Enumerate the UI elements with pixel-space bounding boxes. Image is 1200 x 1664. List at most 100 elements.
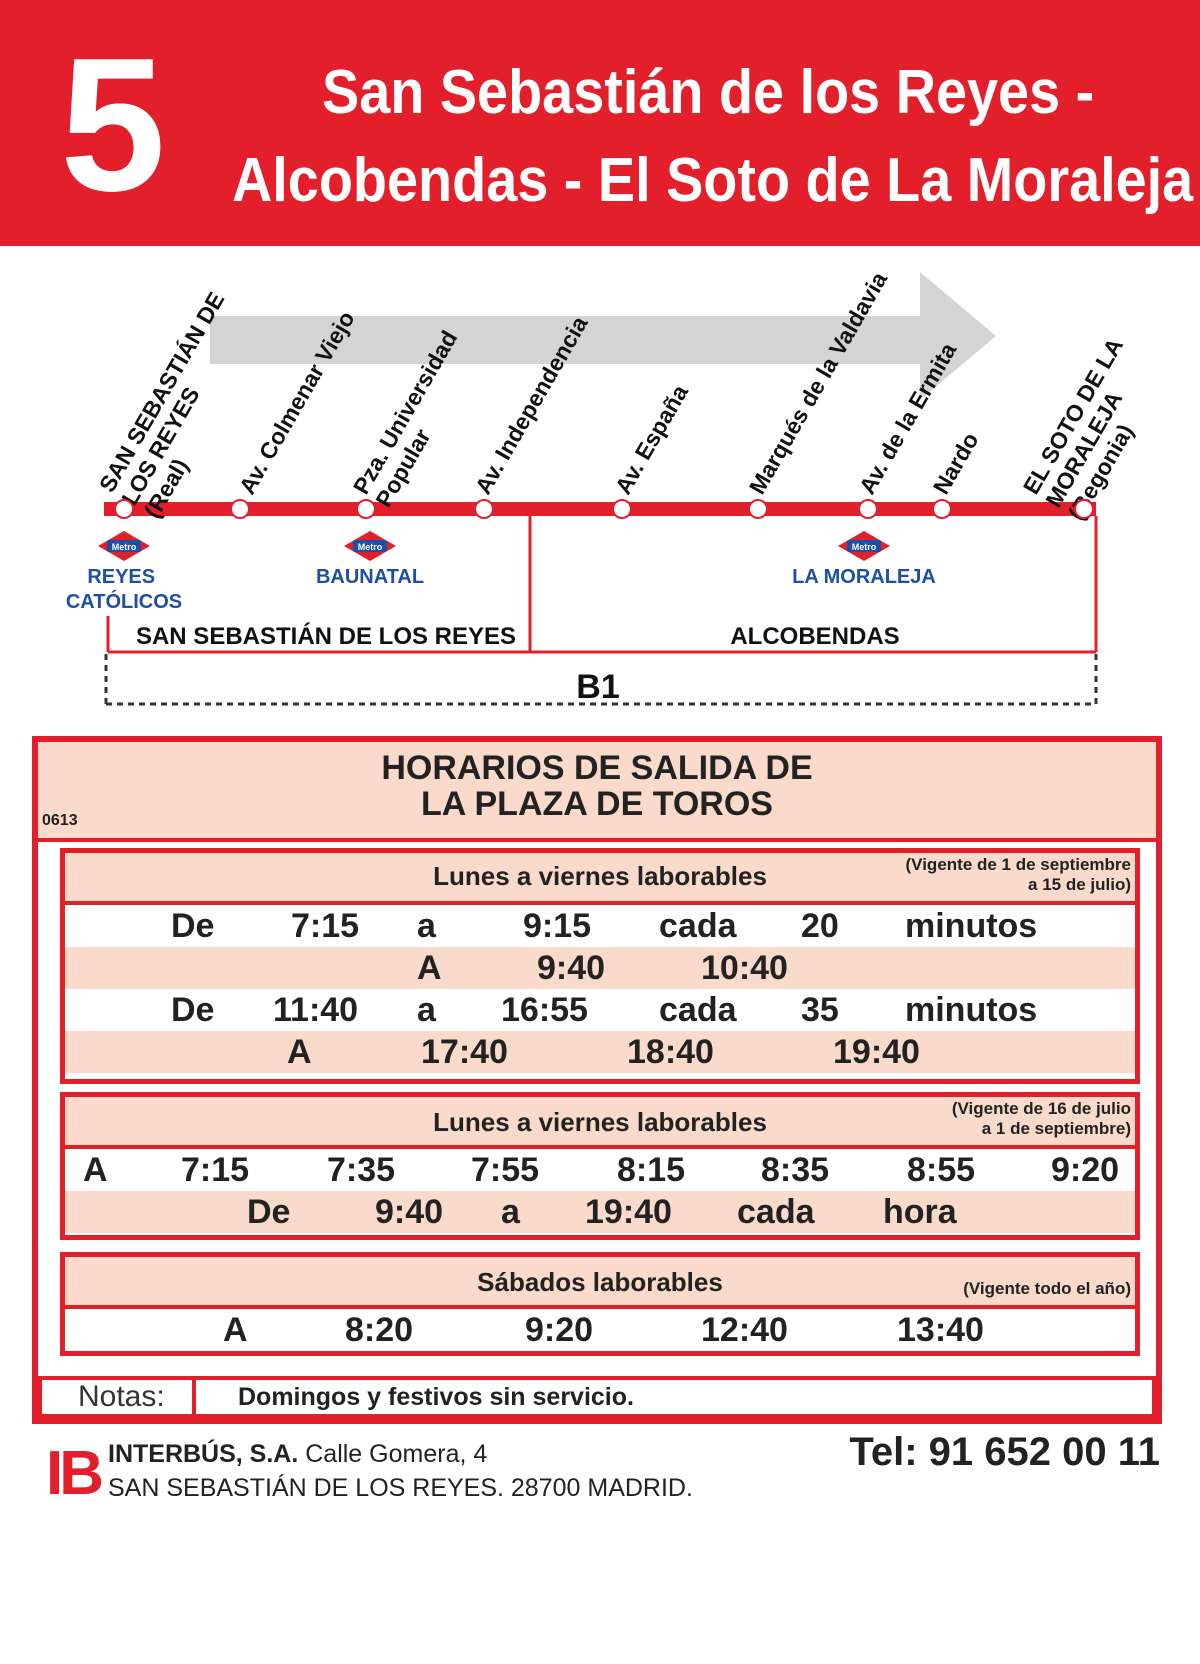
company-name: INTERBÚS, S.A. — [108, 1440, 299, 1468]
schedule-cell: 8:55 — [907, 1151, 976, 1189]
schedule-cell: 7:55 — [471, 1151, 540, 1189]
block-header: Lunes a viernes laborables (Vigente de 1… — [65, 853, 1135, 905]
schedule-cell: a — [417, 907, 436, 945]
svg-text:Metro: Metro — [852, 542, 877, 552]
schedule-cell: cada — [659, 907, 737, 945]
metro-station-reyes-catolicos: REYES CATÓLICOS — [66, 566, 182, 613]
schedule-cell: hora — [883, 1193, 957, 1231]
schedule-cell: cada — [737, 1193, 815, 1231]
svg-text:Metro: Metro — [358, 542, 383, 552]
divider — [38, 838, 1156, 842]
schedule-cell: 9:40 — [537, 949, 606, 987]
route-title-line-1: San Sebastián de los Reyes - — [322, 58, 1095, 127]
divider — [192, 1380, 196, 1414]
metro-station-baunatal: BAUNATAL — [316, 566, 424, 588]
notes-label: Notas: — [78, 1380, 165, 1413]
metro-station-la-moraleja: LA MORALEJA — [792, 566, 936, 588]
schedule-cell: 13:40 — [897, 1311, 984, 1349]
route-title-line-2: Alcobendas - El Soto de La Moraleja — [232, 146, 1194, 215]
schedule-cell: 8:35 — [761, 1151, 830, 1189]
schedule-cell: 11:40 — [273, 991, 359, 1029]
schedule-cell: 8:20 — [345, 1311, 414, 1349]
block-validity: (Vigente de 16 de julio a 1 de septiembr… — [951, 1099, 1131, 1138]
metro-icon: Metro — [344, 531, 396, 561]
schedule-cell: A — [417, 949, 442, 987]
schedule-cell: 8:15 — [617, 1151, 686, 1189]
schedule-block-weekday-summer: Lunes a viernes laborables (Vigente de 1… — [60, 1092, 1140, 1240]
schedule-cell: 9:40 — [375, 1193, 444, 1231]
schedule-cell: minutos — [905, 991, 1038, 1029]
schedule-cell: 20 — [801, 907, 839, 945]
schedule-cell: 16:55 — [501, 991, 588, 1029]
zone-label-alcobendas: ALCOBENDAS — [730, 623, 899, 650]
company-address: SAN SEBASTIÁN DE LOS REYES. 28700 MADRID… — [108, 1474, 693, 1502]
schedule-cell: 19:40 — [833, 1033, 920, 1071]
stop-label-nardo: Nardo — [928, 428, 984, 499]
schedule-cell: 18:40 — [627, 1033, 714, 1071]
block-validity: (Vigente todo el año) — [963, 1279, 1131, 1298]
schedule-cell: A — [287, 1033, 312, 1071]
stop-dot — [748, 499, 768, 519]
schedule-block-saturday: Sábados laborables (Vigente todo el año)… — [60, 1252, 1140, 1356]
schedule-code: 0613 — [42, 812, 78, 829]
schedule-row: A 9:40 10:40 — [65, 947, 1135, 989]
stop-dot — [858, 499, 878, 519]
schedule-cell: 9:15 — [523, 907, 592, 945]
stop-label-soto-moraleja: EL SOTO DE LA MORALEJA (Begonia) — [1018, 329, 1176, 525]
schedule-title: HORARIOS DE SALIDA DE LA PLAZA DE TOROS — [38, 742, 1156, 838]
company-line: INTERBÚS, S.A. Calle Gomera, 4 — [108, 1440, 487, 1469]
schedule-cell: De — [171, 907, 215, 945]
schedule-cell: 7:15 — [181, 1151, 250, 1189]
route-number: 5 — [60, 19, 166, 231]
schedule-cell: A — [83, 1151, 108, 1189]
stop-dot — [356, 499, 376, 519]
stop-dot — [932, 499, 952, 519]
schedule-row: A 8:20 9:20 12:40 13:40 — [65, 1309, 1135, 1351]
schedule-cell: 35 — [801, 991, 839, 1029]
schedule-row: De 7:15 a 9:15 cada 20 minutos — [65, 905, 1135, 947]
zone-label-san-sebastian: SAN SEBASTIÁN DE LOS REYES — [136, 622, 516, 650]
schedule-cell: 19:40 — [585, 1193, 672, 1231]
schedule-cell: 7:15 — [291, 907, 360, 945]
interbus-logo: IB — [46, 1442, 102, 1498]
svg-text:Metro: Metro — [112, 542, 137, 552]
svg-text:IB: IB — [46, 1442, 101, 1498]
schedule-cell: De — [171, 991, 215, 1029]
block-validity: (Vigente de 1 de septiembre a 15 de juli… — [905, 855, 1131, 894]
schedule-cell: 9:20 — [1051, 1151, 1120, 1189]
block-header: Lunes a viernes laborables (Vigente de 1… — [65, 1097, 1135, 1149]
stop-dot — [1074, 499, 1094, 519]
stop-dot — [114, 499, 134, 519]
stop-labels: SAN SEBASTIÁN DE LOS REYES (Real) Av. Co… — [93, 267, 1176, 525]
schedule-title-line-2: LA PLAZA DE TOROS — [421, 785, 773, 823]
schedule-cell: 17:40 — [421, 1033, 508, 1071]
schedule-cell: A — [223, 1311, 248, 1349]
stop-dot — [474, 499, 494, 519]
route-map: SAN SEBASTIÁN DE LOS REYES (Real) Av. Co… — [66, 267, 1176, 706]
schedule-row: A 7:15 7:35 7:55 8:15 8:35 8:55 9:20 — [65, 1149, 1135, 1191]
schedule-cell: 7:35 — [327, 1151, 396, 1189]
schedule-cell: 9:20 — [525, 1311, 594, 1349]
schedule-title-line-1: HORARIOS DE SALIDA DE — [381, 749, 813, 787]
schedule-cell: cada — [659, 991, 737, 1029]
metro-icon: Metro — [838, 531, 890, 561]
schedule-cell: De — [247, 1193, 291, 1231]
fare-zone-label: B1 — [576, 668, 619, 706]
stop-label-espana: Av. España — [610, 380, 693, 498]
schedule-row: De 11:40 a 16:55 cada 35 minutos — [65, 989, 1135, 1031]
schedule-row: De 9:40 a 19:40 cada hora — [65, 1191, 1135, 1233]
stop-dot — [612, 499, 632, 519]
schedule-block-weekday-regular: Lunes a viernes laborables (Vigente de 1… — [60, 848, 1140, 1084]
schedule-cell: 12:40 — [701, 1311, 788, 1349]
phone-number: Tel: 91 652 00 11 — [849, 1430, 1160, 1474]
schedule-cell: minutos — [905, 907, 1038, 945]
metro-icon: Metro — [98, 531, 150, 561]
notes-row: Notas: Domingos y festivos sin servicio. — [38, 1376, 1156, 1418]
company-street: Calle Gomera, 4 — [298, 1440, 488, 1468]
block-header: Sábados laborables (Vigente todo el año) — [65, 1257, 1135, 1309]
schedule-row: A 17:40 18:40 19:40 — [65, 1031, 1135, 1073]
schedule-cell: a — [501, 1193, 520, 1231]
schedule-cell: a — [417, 991, 436, 1029]
notes-text: Domingos y festivos sin servicio. — [238, 1383, 634, 1411]
stop-dot — [230, 499, 250, 519]
